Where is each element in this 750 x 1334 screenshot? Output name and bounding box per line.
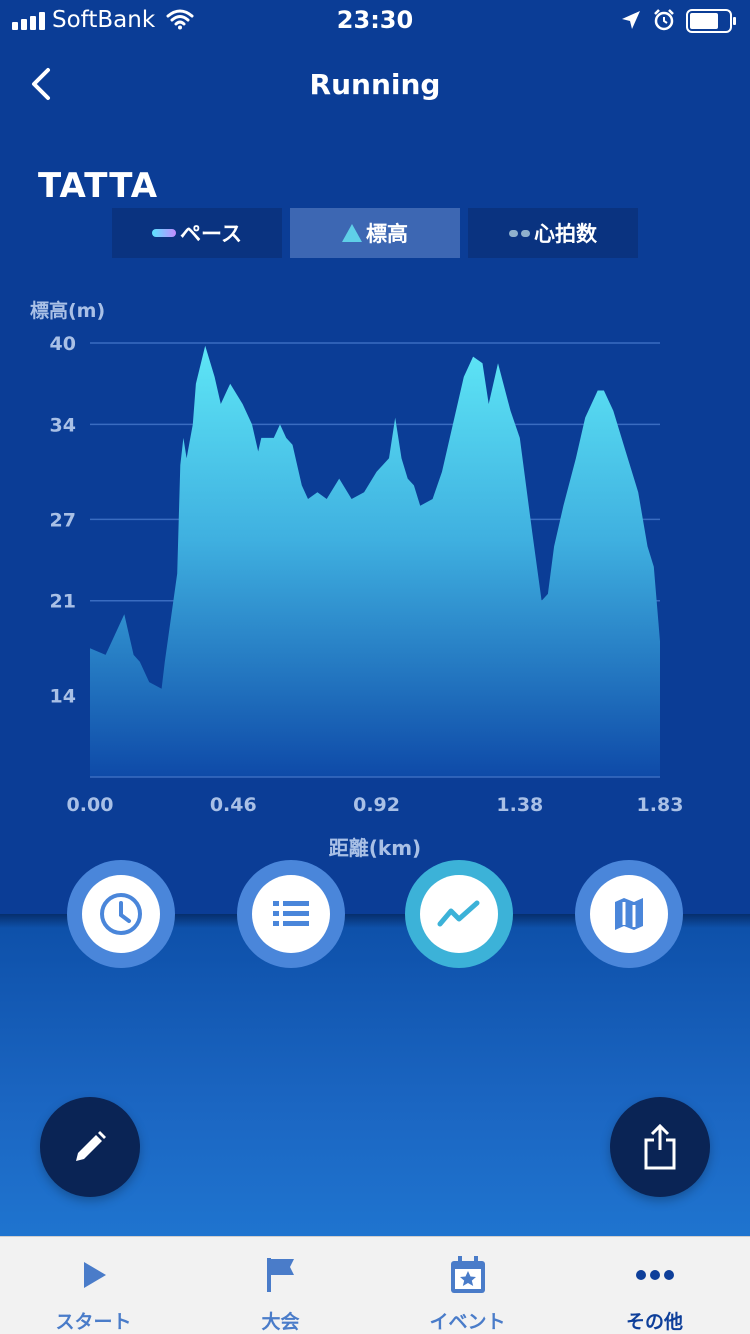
flag-icon: [266, 1258, 294, 1292]
x-tick-label: 0.92: [353, 794, 400, 816]
page-title: Running: [309, 68, 441, 101]
tab-bar-start-label: スタート: [55, 1311, 132, 1333]
edit-button[interactable]: [40, 1097, 140, 1197]
x-axis-label: 距離(km): [328, 836, 422, 860]
tab-bar-more-label: その他: [625, 1311, 683, 1333]
map-button[interactable]: [575, 860, 683, 968]
time-summary-button[interactable]: [67, 860, 175, 968]
bottom-tab-bar: スタート 大会 イベント その他: [0, 1236, 750, 1334]
calendar-star-icon: [450, 1256, 485, 1293]
list-icon: [273, 901, 309, 926]
brand-logo: TATTA: [38, 166, 159, 206]
elevation-chart: 40 34 27 21 14 0.00 0.46 0.92 1.38 1.83: [50, 333, 684, 816]
tab-elevation[interactable]: 標高: [290, 208, 460, 258]
line-chart-icon: [437, 900, 480, 927]
y-tick-label: 21: [50, 591, 76, 613]
y-tick-label: 14: [50, 686, 76, 708]
share-button[interactable]: [610, 1097, 710, 1197]
tab-bar-race-label: 大会: [261, 1311, 300, 1333]
tab-pace-label: ペース: [180, 222, 242, 246]
elevation-legend-icon: [342, 224, 362, 242]
heart-rate-legend-icon: [509, 229, 530, 237]
location-arrow-icon: [622, 11, 640, 29]
y-tick-label: 27: [50, 509, 76, 531]
y-tick-label: 40: [50, 333, 76, 355]
battery-icon: [686, 9, 736, 33]
map-icon: [615, 898, 643, 930]
tab-bar-race[interactable]: 大会: [187, 1237, 374, 1334]
clock-icon: [100, 893, 142, 935]
pencil-icon: [76, 1131, 106, 1161]
x-tick-label: 0.00: [67, 794, 114, 816]
tab-elevation-label: 標高: [366, 222, 408, 246]
tab-bar-event[interactable]: イベント: [374, 1237, 561, 1334]
x-tick-label: 0.46: [210, 794, 257, 816]
tab-pace[interactable]: ペース: [112, 208, 282, 258]
y-tick-label: 34: [50, 414, 76, 436]
lap-list-button[interactable]: [237, 860, 345, 968]
tab-bar-start[interactable]: スタート: [0, 1237, 187, 1334]
tab-bar-event-label: イベント: [429, 1311, 506, 1333]
status-bar: SoftBank 23:30: [0, 0, 750, 40]
alarm-icon: [654, 9, 674, 31]
graph-button[interactable]: [405, 860, 513, 968]
elevation-area: [90, 345, 660, 777]
x-tick-label: 1.83: [637, 794, 684, 816]
share-icon: [644, 1124, 676, 1170]
more-dots-icon: [635, 1270, 674, 1280]
tab-heart-rate-label: 心拍数: [534, 222, 597, 246]
play-icon: [83, 1262, 106, 1288]
tab-heart-rate[interactable]: 心拍数: [468, 208, 638, 258]
x-tick-label: 1.38: [496, 794, 543, 816]
tab-bar-more[interactable]: その他: [561, 1237, 748, 1334]
pace-legend-icon: [152, 229, 177, 237]
y-axis-label: 標高(m): [30, 300, 106, 322]
